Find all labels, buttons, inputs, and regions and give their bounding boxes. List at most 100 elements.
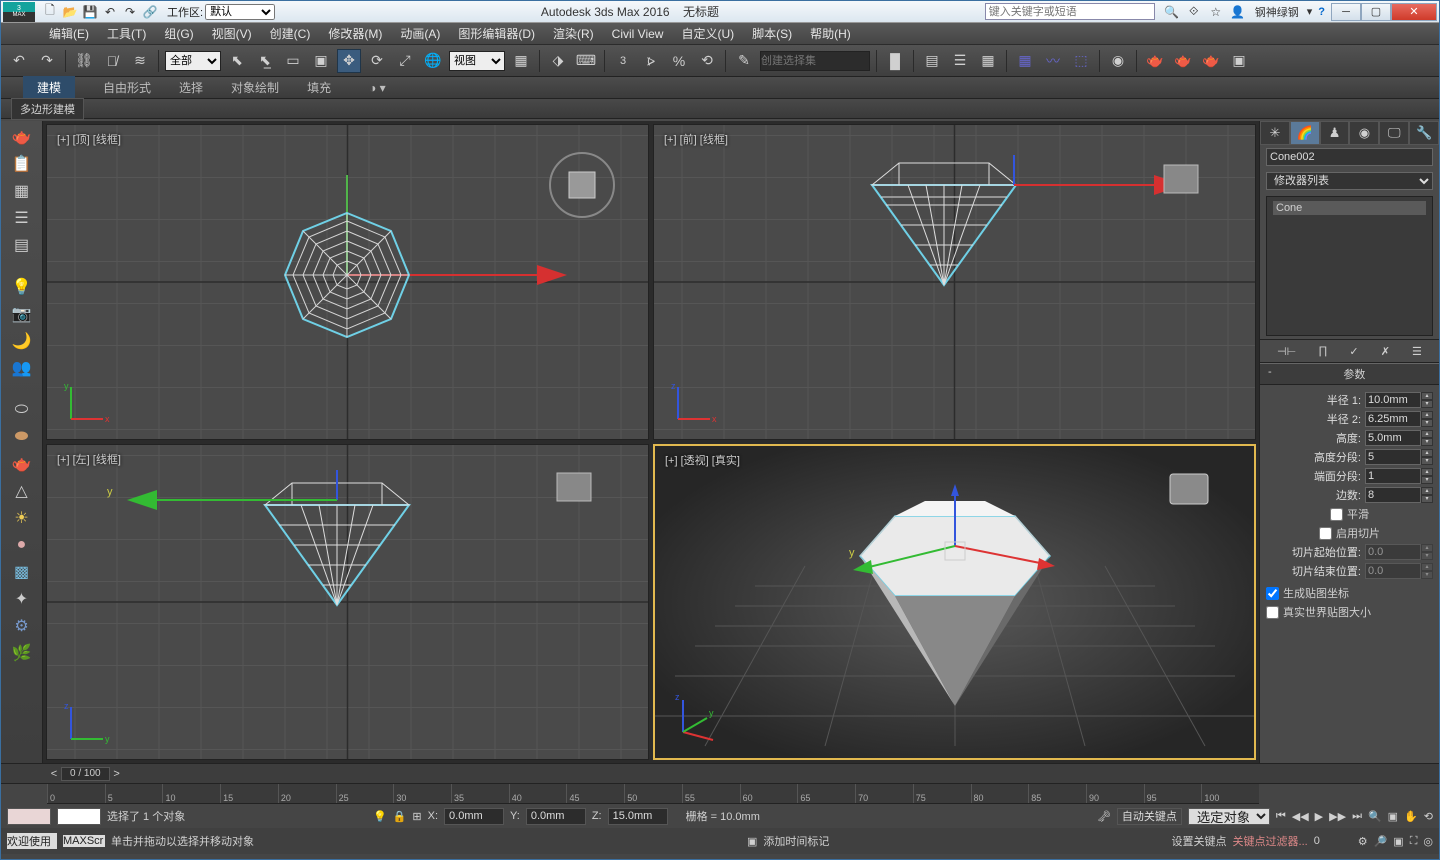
camera-icon[interactable]: 📷 <box>8 302 36 326</box>
bind-icon[interactable]: ≋ <box>128 49 152 73</box>
ribbon-tab-modeling[interactable]: 建模 <box>23 76 75 99</box>
preset1-icon[interactable]: ⬭ <box>8 398 36 422</box>
smooth-checkbox[interactable] <box>1330 508 1343 521</box>
user-label[interactable]: 钢神绿钢 <box>1255 4 1299 20</box>
stack-item[interactable]: Cone <box>1273 201 1426 215</box>
sides-input[interactable] <box>1365 487 1421 503</box>
play-icon[interactable]: ▶ <box>1315 810 1323 823</box>
keyfilter-button[interactable]: 关键点过滤器... <box>1233 833 1308 849</box>
menu-help[interactable]: 帮助(H) <box>810 25 851 42</box>
render-setup-icon[interactable]: 🫖 <box>1143 49 1167 73</box>
color-swatch[interactable] <box>7 808 51 825</box>
ribbon-toggle-icon[interactable]: ◑ ▾ <box>369 81 386 95</box>
nav-fov-icon[interactable]: ▣ <box>1388 810 1398 823</box>
manip-icon[interactable]: ⬗ <box>546 49 570 73</box>
mirror-icon[interactable]: ▐▌ <box>883 49 907 73</box>
lock-icon[interactable]: 💡 <box>373 810 387 823</box>
layers-icon[interactable]: ☰ <box>948 49 972 73</box>
viewport-perspective[interactable]: [+] [透视] [真实] <box>653 444 1256 760</box>
tab-utilities-icon[interactable]: 🔧 <box>1409 121 1439 145</box>
hseg-input[interactable] <box>1365 449 1421 465</box>
ribbon-panel-polymodel[interactable]: 多边形建模 <box>11 98 84 120</box>
help-icon[interactable]: ? <box>1318 6 1325 18</box>
refcoord-select[interactable]: 视图 <box>449 51 505 71</box>
timetag-icon[interactable]: ▣ <box>747 835 757 848</box>
qa-undo-icon[interactable]: ↶ <box>101 4 119 20</box>
render-prod-icon[interactable]: ▣ <box>1227 49 1251 73</box>
frame-input[interactable]: 0 <box>1314 835 1352 847</box>
dope-icon[interactable]: 〰 <box>1041 49 1065 73</box>
help-search-input[interactable] <box>985 3 1155 20</box>
schematic-icon[interactable]: ⬚ <box>1069 49 1093 73</box>
grid-icon[interactable]: ▦ <box>8 179 36 203</box>
remove-mod-icon[interactable]: ✗ <box>1381 345 1390 358</box>
qa-save-icon[interactable]: 💾 <box>81 4 99 20</box>
move-icon[interactable]: ✥ <box>337 49 361 73</box>
pivot-icon[interactable]: ▦ <box>509 49 533 73</box>
window-crossing-icon[interactable]: ▣ <box>309 49 333 73</box>
light-standard-icon[interactable]: 💡 <box>8 275 36 299</box>
link-icon[interactable]: ⟐ <box>1185 4 1203 20</box>
redo-icon[interactable]: ↷ <box>35 49 59 73</box>
menu-group[interactable]: 组(G) <box>164 25 193 42</box>
setkey-button[interactable]: 设置关键点 <box>1172 833 1227 849</box>
addtimetag[interactable]: 添加时间标记 <box>763 833 829 849</box>
ribbon-tab-objectpaint[interactable]: 对象绘制 <box>231 79 279 96</box>
slice-checkbox[interactable] <box>1319 527 1332 540</box>
sceneexp-icon[interactable]: ▦ <box>976 49 1000 73</box>
menu-tools[interactable]: 工具(T) <box>107 25 146 42</box>
workspace-select[interactable]: 默认 <box>205 4 275 20</box>
spinner-icon[interactable]: ▴▾ <box>1421 487 1433 503</box>
lock-icon[interactable]: 🔒 <box>393 810 407 823</box>
tab-hierarchy-icon[interactable]: ♟ <box>1320 121 1350 145</box>
cone-icon[interactable]: △ <box>8 479 36 503</box>
menu-render[interactable]: 渲染(R) <box>553 25 594 42</box>
time-prev-icon[interactable]: < <box>47 768 61 780</box>
menu-animation[interactable]: 动画(A) <box>400 25 440 42</box>
qa-new-icon[interactable]: 🗋 <box>41 4 59 20</box>
radius1-input[interactable] <box>1365 392 1421 408</box>
dropdown-icon[interactable]: ▾ <box>1307 5 1313 18</box>
unique-icon[interactable]: ✓ <box>1349 345 1358 358</box>
ribbon-tab-populate[interactable]: 填充 <box>307 79 331 96</box>
viewport-left[interactable]: [+] [左] [线框] y <box>46 444 649 760</box>
cseg-input[interactable] <box>1365 468 1421 484</box>
goto-start-icon[interactable]: ⏮ <box>1276 810 1286 823</box>
autokey-button[interactable]: 自动关键点 <box>1117 808 1182 825</box>
maxscript-button[interactable]: MAXScr <box>63 835 105 847</box>
maximize-button[interactable]: ▢ <box>1361 3 1391 21</box>
y-input[interactable]: 0.0mm <box>526 808 586 825</box>
time-ruler[interactable]: 0510152025303540455055606570758085909510… <box>47 784 1259 804</box>
editnamedsel-icon[interactable]: ✎ <box>732 49 756 73</box>
menu-customize[interactable]: 自定义(U) <box>681 25 734 42</box>
pin-stack-icon[interactable]: ⊣⊢ <box>1277 345 1296 358</box>
color-swatch[interactable] <box>57 808 101 825</box>
tab-motion-icon[interactable]: ◉ <box>1349 121 1379 145</box>
rect-select-icon[interactable]: ▭ <box>281 49 305 73</box>
modifier-list-select[interactable]: 修改器列表 <box>1266 172 1433 190</box>
plant-icon[interactable]: 🌿 <box>8 641 36 665</box>
moon-icon[interactable]: 🌙 <box>8 329 36 353</box>
qa-link-icon[interactable]: 🔗 <box>141 4 159 20</box>
configure-icon[interactable]: ☰ <box>1412 345 1422 358</box>
nav-region-icon[interactable]: ▣ <box>1393 835 1403 848</box>
preset2-icon[interactable]: ⬬ <box>8 425 36 449</box>
tab-modify-icon[interactable]: 🌈 <box>1290 121 1320 145</box>
menu-script[interactable]: 脚本(S) <box>752 25 792 42</box>
spinner-icon[interactable]: ▴▾ <box>1421 411 1433 427</box>
nav-max-icon[interactable]: ⛶ <box>1410 835 1418 848</box>
x-input[interactable]: 0.0mm <box>444 808 504 825</box>
qa-open-icon[interactable]: 📂 <box>61 4 79 20</box>
spinner-icon[interactable]: ▴▾ <box>1421 392 1433 408</box>
time-current[interactable]: 0 / 100 <box>61 767 110 781</box>
genmap-checkbox[interactable] <box>1266 587 1279 600</box>
menu-modifiers[interactable]: 修改器(M) <box>328 25 382 42</box>
time-next-icon[interactable]: > <box>110 768 124 780</box>
material-editor-icon[interactable]: ◉ <box>1106 49 1130 73</box>
search-icon[interactable]: 🔍 <box>1163 4 1181 20</box>
particle-icon[interactable]: ✦ <box>8 587 36 611</box>
time-slider[interactable]: < 0 / 100 > <box>1 764 1439 784</box>
next-frame-icon[interactable]: ▶▶ <box>1329 810 1346 823</box>
menu-view[interactable]: 视图(V) <box>212 25 252 42</box>
nav-orbit-icon[interactable]: ⟲ <box>1424 810 1433 823</box>
